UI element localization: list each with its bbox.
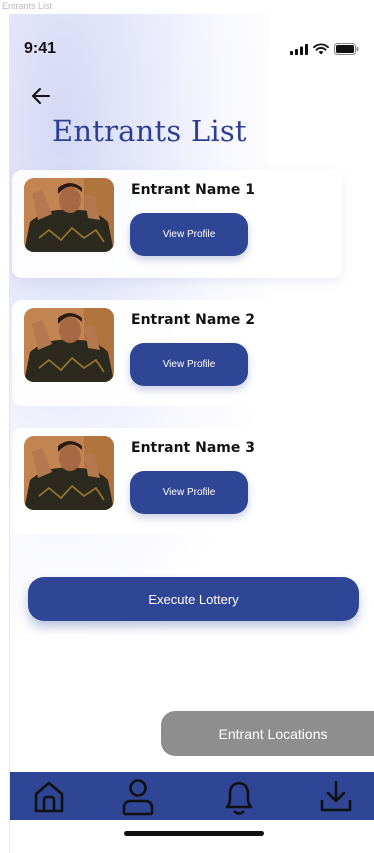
battery-icon	[334, 43, 359, 55]
arrow-left-icon	[32, 88, 50, 104]
status-time: 9:41	[24, 40, 57, 57]
back-button[interactable]	[30, 86, 54, 108]
entrant-avatar	[24, 308, 114, 382]
signal-icon	[290, 43, 308, 55]
entrant-card: Entrant Name 3 View Profile	[12, 428, 342, 534]
home-indicator	[124, 831, 264, 836]
home-icon	[34, 781, 64, 813]
bell-icon	[225, 781, 253, 815]
nav-download[interactable]	[317, 778, 355, 816]
entrant-locations-button[interactable]: Entrant Locations	[161, 711, 374, 756]
download-icon	[320, 780, 352, 812]
view-profile-button[interactable]: View Profile	[130, 343, 248, 386]
nav-profile[interactable]	[119, 778, 157, 816]
frame-label: Entrants List	[2, 1, 53, 11]
nav-notifications[interactable]	[220, 778, 258, 816]
entrant-name: Entrant Name 2	[131, 312, 255, 328]
status-bar: 9:41	[10, 14, 374, 74]
nav-home[interactable]	[30, 778, 68, 816]
entrant-name: Entrant Name 1	[131, 182, 255, 198]
view-profile-button[interactable]: View Profile	[130, 471, 248, 514]
execute-lottery-button[interactable]: Execute Lottery	[28, 577, 359, 621]
wifi-icon	[313, 43, 329, 55]
view-profile-button[interactable]: View Profile	[130, 213, 248, 256]
entrant-avatar	[24, 436, 114, 510]
entrant-name: Entrant Name 3	[131, 440, 255, 456]
profile-icon	[122, 779, 154, 816]
page-title: Entrants List	[52, 114, 247, 148]
entrant-avatar	[24, 178, 114, 252]
bottom-nav	[10, 772, 374, 820]
phone-screen: 9:41 Entrants List Entrant Name 1 View P…	[9, 14, 374, 853]
entrant-card: Entrant Name 2 View Profile	[12, 300, 342, 406]
entrant-card: Entrant Name 1 View Profile	[12, 170, 342, 278]
status-icons	[290, 43, 359, 55]
